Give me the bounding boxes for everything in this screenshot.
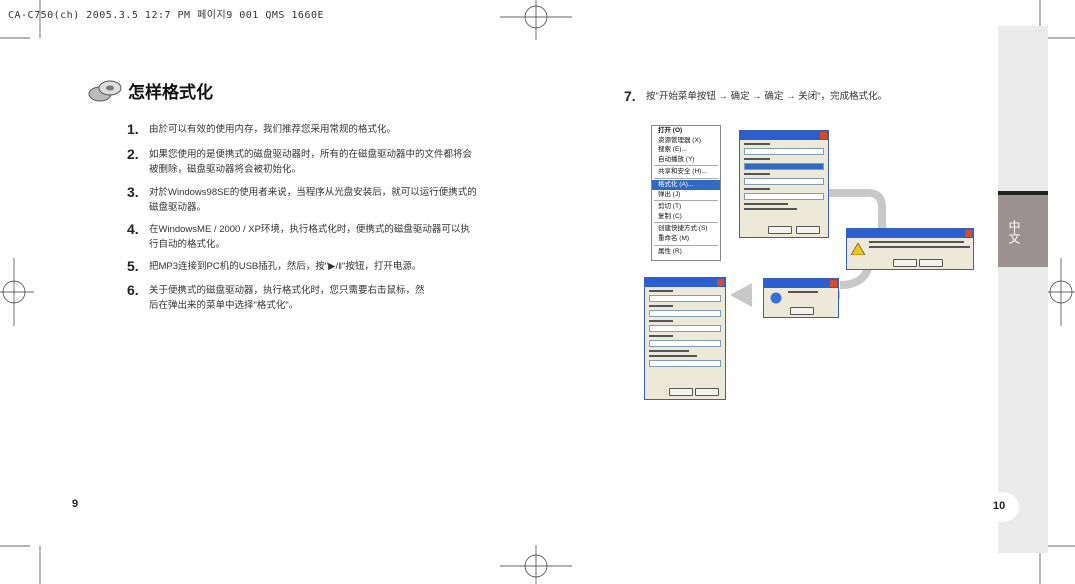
language-sidebar — [998, 26, 1048, 553]
close-icon — [965, 230, 972, 237]
menu-item-autoplay[interactable]: 自动播放 (Y) — [652, 155, 720, 165]
section-title: 怎样格式化 — [88, 78, 213, 103]
list-item: 3. 对於Windows98SE的使用者来说，当程序从光盘安装后，就可以运行便携… — [127, 184, 477, 214]
print-header: CA-C750(ch) 2005.3.5 12:7 PM 페이지9 001 QM… — [8, 10, 325, 21]
page-number-right: 10 — [993, 500, 1006, 512]
page-number-left: 9 — [72, 498, 79, 510]
menu-item-rename[interactable]: 重命名 (M) — [652, 234, 720, 244]
menu-item-shortcut[interactable]: 创建快捷方式 (S) — [652, 224, 720, 234]
menu-item-cut[interactable]: 剪切 (T) — [652, 202, 720, 212]
info-icon — [770, 292, 782, 304]
format-dialog-screenshot-2 — [644, 277, 726, 400]
list-item: 1. 由於可以有效的使用内存，我们推荐您采用常规的格式化。 — [127, 121, 397, 137]
menu-item-open[interactable]: 打开 (O) — [652, 126, 720, 136]
language-label: 中文 — [1007, 220, 1021, 244]
list-item: 6. 关于便携式的磁盘驱动器，执行格式化时，您只需要右击鼠标，然后在弹出来的菜单… — [127, 282, 425, 312]
list-item: 5. 把MP3连接到PC机的USB插孔，然后，按"▶/‖"按钮，打开电源。 — [127, 258, 422, 274]
menu-item-format[interactable]: 格式化 (A)... — [652, 179, 720, 190]
step-item: 7. 按"开始菜单按钮 → 确定 → 确定 → 关闭"，完成格式化。 — [624, 88, 888, 104]
disk-logo-icon — [88, 79, 122, 103]
close-icon — [717, 279, 724, 286]
warning-icon — [851, 243, 865, 255]
menu-item-properties[interactable]: 属性 (R) — [652, 247, 720, 257]
menu-item-eject[interactable]: 弹出 (J) — [652, 190, 720, 200]
menu-item-explorer[interactable]: 资源管理器 (X) — [652, 136, 720, 146]
list-item: 4. 在WindowsME / 2000 / XP环境，执行格式化时，便携式的磁… — [127, 221, 470, 251]
menu-item-sharing[interactable]: 共享和安全 (H)... — [652, 167, 720, 177]
close-icon — [830, 280, 837, 287]
complete-dialog-screenshot — [763, 278, 839, 318]
list-item: 2. 如果您使用的是便携式的磁盘驱动器时，所有的在磁盘驱动器中的文件都将会被删除… — [127, 146, 473, 176]
page-title: 怎样格式化 — [128, 83, 213, 102]
context-menu: 打开 (O) 资源管理器 (X) 搜索 (E)... 自动播放 (Y) 共享和安… — [651, 125, 721, 261]
format-dialog-screenshot — [739, 130, 829, 238]
close-icon — [820, 132, 827, 139]
menu-item-copy[interactable]: 复制 (C) — [652, 212, 720, 222]
menu-item-search[interactable]: 搜索 (E)... — [652, 145, 720, 155]
warning-dialog-screenshot — [846, 228, 974, 270]
